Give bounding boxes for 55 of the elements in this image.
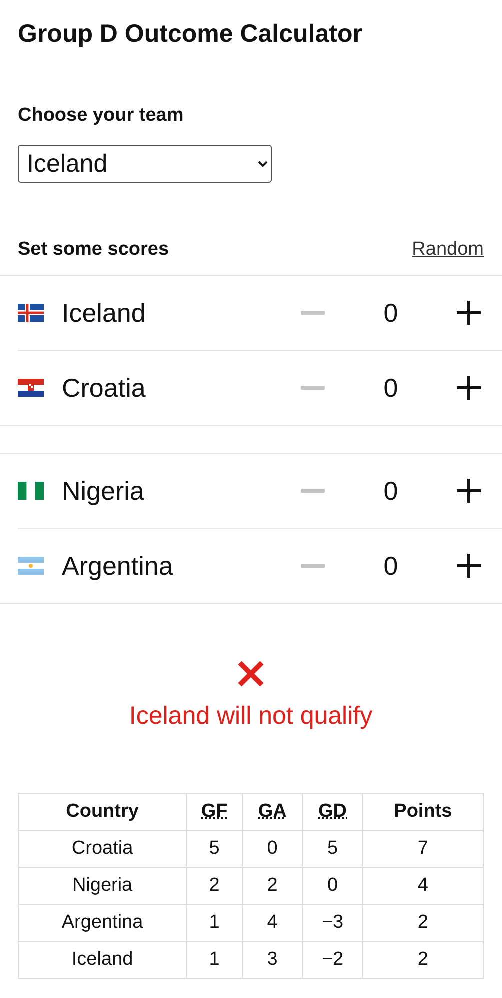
table-cell: −3 [302, 904, 363, 942]
table-cell: 3 [242, 942, 303, 978]
field-label: Choose your team [17, 104, 185, 127]
team-name: Croatia [62, 372, 147, 404]
score-value: 0 [382, 476, 400, 506]
team-name: Iceland [62, 298, 147, 328]
minus-icon [301, 386, 325, 390]
team-name: Nigeria [62, 476, 146, 506]
plus-button[interactable] [454, 551, 484, 581]
flag-icon [18, 557, 44, 575]
page-title: Group D Outcome Calculator [17, 19, 364, 49]
table-cell: 4 [242, 904, 303, 942]
plus-button[interactable] [454, 476, 484, 506]
section-heading: Set some scores [18, 239, 170, 261]
team-select[interactable]: Iceland [18, 145, 272, 183]
table-cell: 2 [362, 904, 484, 942]
table-cell: 5 [186, 830, 242, 868]
table-cell: 1 [186, 942, 242, 978]
table-cell: Iceland [18, 942, 187, 978]
table-cell: Croatia [18, 830, 187, 868]
table-cell: 0 [302, 868, 363, 904]
table-cell: Argentina [18, 904, 187, 942]
score-value: 0 [382, 298, 400, 328]
flag-icon [18, 482, 44, 500]
random-link[interactable]: Random [412, 239, 484, 261]
table-cell: −2 [302, 942, 363, 978]
score-value: 0 [382, 550, 400, 582]
table-cell: 2 [242, 868, 303, 904]
minus-icon [301, 489, 325, 493]
table-cell: 5 [302, 830, 363, 868]
minus-icon [301, 564, 325, 568]
score-value: 0 [382, 372, 400, 404]
minus-icon [301, 311, 325, 315]
plus-icon [457, 479, 481, 503]
table-cell: 4 [362, 868, 484, 904]
table-cell: 1 [186, 904, 242, 942]
table-cell: 7 [362, 830, 484, 868]
plus-icon [457, 554, 481, 578]
flag-icon [18, 379, 44, 397]
column-header: GF [186, 794, 242, 830]
table-cell: 0 [242, 830, 303, 868]
table-cell: 2 [186, 868, 242, 904]
plus-icon [457, 301, 481, 325]
table-cell: Nigeria [18, 868, 187, 904]
team-name: Argentina [62, 550, 174, 582]
plus-button[interactable] [454, 373, 484, 403]
column-header: Points [362, 794, 484, 830]
flag-icon [18, 304, 44, 322]
plus-button[interactable] [454, 298, 484, 328]
plus-icon [457, 376, 481, 400]
column-header: GA [242, 794, 303, 830]
table-cell: 2 [362, 942, 484, 978]
column-header: GD [302, 794, 363, 830]
column-header: Country [18, 794, 187, 830]
result-message: Iceland will not qualify [129, 702, 373, 731]
